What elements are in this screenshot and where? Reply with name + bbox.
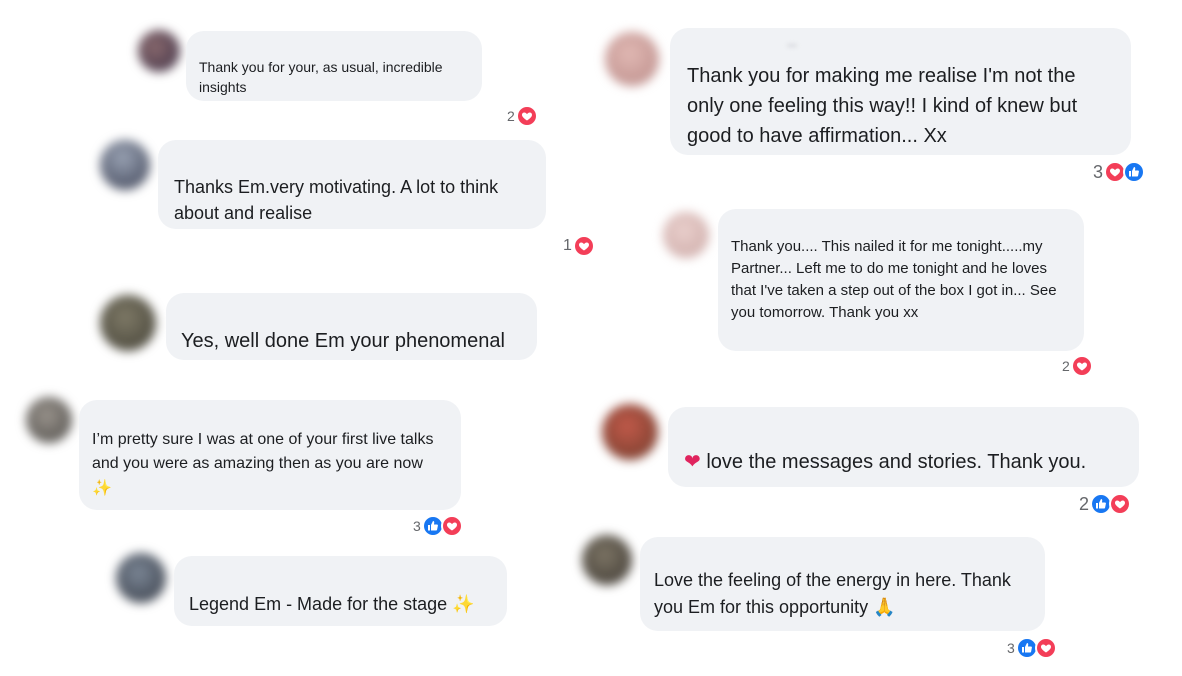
comment-text: Thanks Em.very motivating. A lot to thin…: [174, 177, 499, 224]
reaction-summary[interactable]: 3: [413, 515, 463, 537]
heart-icon: [1109, 493, 1132, 515]
reaction-count: 3: [1007, 640, 1015, 656]
comment-text: Thank you for making me realise I'm not …: [687, 65, 1078, 147]
reaction-count: 2: [1062, 358, 1070, 374]
reaction-count: 2: [507, 108, 515, 124]
avatar[interactable]: [582, 535, 632, 585]
reaction-summary[interactable]: 3: [1007, 637, 1057, 659]
comment-bubble: Yes, well done Em your phenomenal: [166, 293, 537, 360]
author-name[interactable]: [787, 44, 797, 47]
heart-icon: [572, 235, 595, 257]
comment-bubble: Love the feeling of the energy in here. …: [640, 537, 1045, 631]
folded-hands-emoji: 🙏: [873, 597, 896, 618]
avatar[interactable]: [602, 404, 658, 460]
reaction-count: 3: [413, 518, 421, 534]
heart-emoji: ❤: [684, 449, 701, 473]
comment-text: Thank you for your, as usual, incredible…: [199, 59, 443, 96]
avatar[interactable]: [138, 30, 180, 72]
avatar[interactable]: [663, 212, 709, 258]
reaction-summary[interactable]: 2: [1062, 355, 1093, 377]
comment-text: Legend Em - Made for the stage: [189, 594, 448, 614]
avatar[interactable]: [605, 32, 659, 86]
sparkles-emoji: ✨: [452, 594, 475, 615]
reaction-count: 3: [1093, 161, 1104, 182]
sparkles-emoji: ✨: [92, 478, 112, 497]
like-icon: [1123, 161, 1146, 183]
heart-icon: [1034, 637, 1057, 659]
comment-bubble: I’m pretty sure I was at one of your fir…: [79, 400, 461, 510]
reaction-count: 1: [563, 237, 572, 254]
comment-bubble: Thank you.... This nailed it for me toni…: [718, 209, 1084, 351]
heart-icon: [1070, 355, 1093, 377]
comment-text: I’m pretty sure I was at one of your fir…: [92, 431, 434, 472]
reaction-summary[interactable]: 3: [1093, 161, 1146, 183]
reaction-summary[interactable]: 1: [563, 235, 595, 257]
comment-text: love the messages and stories. Thank you…: [706, 451, 1087, 473]
comment-bubble: Thank you for making me realise I'm not …: [670, 28, 1131, 155]
avatar[interactable]: [116, 553, 166, 603]
comment-text: Thank you.... This nailed it for me toni…: [731, 238, 1057, 321]
comment-bubble: ❤ love the messages and stories. Thank y…: [668, 407, 1139, 487]
heart-icon: [515, 105, 538, 127]
avatar[interactable]: [100, 295, 156, 351]
comment-text: Love the feeling of the energy in here. …: [654, 570, 1011, 617]
heart-icon: [440, 515, 463, 537]
comment-text: Yes, well done Em your phenomenal: [181, 330, 505, 352]
avatar[interactable]: [100, 140, 150, 190]
comment-bubble: Thank you for your, as usual, incredible…: [186, 31, 482, 101]
avatar[interactable]: [26, 397, 72, 443]
reaction-summary[interactable]: 2: [1079, 493, 1132, 515]
reaction-summary[interactable]: 2: [507, 105, 538, 127]
comment-bubble: Legend Em - Made for the stage ✨: [174, 556, 507, 626]
comment-bubble: Thanks Em.very motivating. A lot to thin…: [158, 140, 546, 229]
reaction-count: 2: [1079, 493, 1090, 514]
